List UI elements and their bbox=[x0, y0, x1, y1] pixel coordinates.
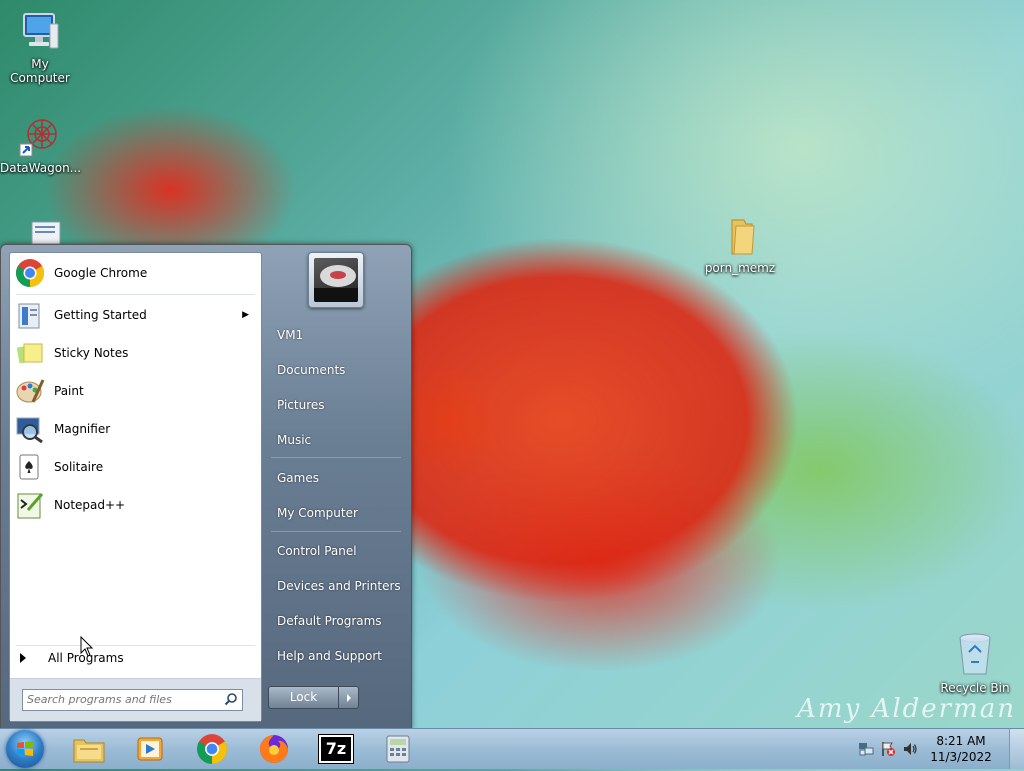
lock-button-label: Lock bbox=[289, 690, 318, 704]
chrome-icon bbox=[14, 257, 46, 289]
taskbar-media-player[interactable] bbox=[126, 731, 174, 767]
pinned-separator bbox=[16, 294, 255, 295]
clock-time: 8:21 AM bbox=[936, 734, 986, 748]
notepad-plus-plus-icon bbox=[14, 489, 46, 521]
chrome-icon bbox=[197, 734, 227, 764]
system-tray: 8:21 AM 11/3/2022 bbox=[854, 729, 1024, 769]
computer-icon bbox=[18, 10, 62, 54]
desktop-icon-label: DataWagon... bbox=[0, 161, 82, 175]
start-item-notepad-plus-plus[interactable]: Notepad++ bbox=[12, 487, 259, 523]
desktop-icon-folder[interactable]: porn_memz bbox=[700, 214, 780, 275]
triangle-right-icon bbox=[20, 653, 26, 663]
user-picture[interactable] bbox=[308, 252, 364, 308]
action-center-flag-icon[interactable] bbox=[880, 741, 896, 757]
start-menu: Google Chrome Getting Started ▶ Sticky N… bbox=[0, 244, 412, 730]
7zip-icon: 7z bbox=[319, 735, 353, 763]
firefox-icon bbox=[260, 735, 288, 763]
show-desktop-button[interactable] bbox=[1009, 729, 1024, 769]
clock-date: 11/3/2022 bbox=[930, 750, 992, 764]
start-item-label: Magnifier bbox=[54, 422, 111, 436]
taskbar-file-explorer[interactable] bbox=[65, 731, 113, 767]
sticky-notes-icon bbox=[14, 337, 46, 369]
taskbar-firefox[interactable] bbox=[250, 731, 298, 767]
taskbar-chrome[interactable] bbox=[188, 731, 236, 767]
start-right-pictures[interactable]: Pictures bbox=[269, 393, 403, 417]
all-programs-separator bbox=[16, 645, 255, 646]
getting-started-icon bbox=[14, 299, 46, 331]
file-explorer-icon bbox=[73, 739, 105, 763]
desktop-icon-label: porn_memz bbox=[704, 261, 776, 275]
start-item-solitaire[interactable]: Solitaire bbox=[12, 449, 259, 485]
start-item-label: Notepad++ bbox=[54, 498, 126, 512]
taskbar-calculator[interactable] bbox=[374, 731, 422, 767]
calculator-icon bbox=[386, 735, 410, 763]
mouse-cursor-icon bbox=[80, 636, 94, 657]
taskbar-7zip[interactable]: 7z bbox=[312, 731, 360, 767]
wallpaper-signature: Amy Alderman bbox=[797, 694, 1016, 724]
start-item-label: Paint bbox=[54, 384, 84, 398]
search-area bbox=[10, 678, 261, 721]
solitaire-icon bbox=[14, 451, 46, 483]
start-item-label: Google Chrome bbox=[54, 266, 148, 280]
start-right-music[interactable]: Music bbox=[269, 428, 403, 452]
datawagon-shortcut-icon bbox=[18, 114, 62, 158]
document-icon bbox=[18, 220, 62, 245]
lock-options-arrow-icon[interactable] bbox=[338, 687, 358, 708]
all-programs-button[interactable]: All Programs bbox=[20, 651, 124, 665]
start-right-devices-and-printers[interactable]: Devices and Printers bbox=[269, 574, 403, 598]
start-item-sticky-notes[interactable]: Sticky Notes bbox=[12, 335, 259, 371]
start-item-getting-started[interactable]: Getting Started ▶ bbox=[12, 297, 259, 333]
desktop-icon-datawagon[interactable]: DataWagon... bbox=[0, 114, 82, 175]
windows-logo-icon bbox=[17, 741, 33, 756]
volume-icon[interactable] bbox=[902, 741, 918, 757]
start-item-google-chrome[interactable]: Google Chrome bbox=[12, 255, 259, 291]
desktop-icon-recycle-bin[interactable]: Recycle Bin bbox=[935, 630, 1015, 695]
start-right-control-panel[interactable]: Control Panel bbox=[269, 539, 403, 563]
network-icon[interactable] bbox=[858, 741, 874, 757]
taskbar: 7z 8:21 AM 11/3/2022 bbox=[0, 728, 1024, 769]
search-box bbox=[22, 689, 243, 711]
magnifier-icon bbox=[14, 413, 46, 445]
taskbar-clock[interactable]: 8:21 AM 11/3/2022 bbox=[926, 733, 996, 765]
right-separator bbox=[271, 457, 401, 458]
start-right-default-programs[interactable]: Default Programs bbox=[269, 609, 403, 633]
start-menu-programs-pane: Google Chrome Getting Started ▶ Sticky N… bbox=[9, 252, 262, 722]
desktop-icon-my-computer[interactable]: My Computer bbox=[0, 10, 80, 85]
right-separator bbox=[271, 531, 401, 532]
start-button[interactable] bbox=[6, 730, 44, 768]
recycle-bin-icon bbox=[953, 630, 997, 678]
folder-icon bbox=[718, 214, 762, 258]
start-right-games[interactable]: Games bbox=[269, 466, 403, 490]
start-item-magnifier[interactable]: Magnifier bbox=[12, 411, 259, 447]
start-right-vm1[interactable]: VM1 bbox=[269, 323, 403, 347]
search-icon[interactable] bbox=[224, 692, 238, 709]
start-right-help-and-support[interactable]: Help and Support bbox=[269, 644, 403, 668]
start-item-label: Solitaire bbox=[54, 460, 104, 474]
paint-icon bbox=[14, 375, 46, 407]
submenu-arrow-icon: ▶ bbox=[242, 310, 249, 320]
user-picture-image bbox=[314, 258, 358, 302]
desktop-icon-partial[interactable] bbox=[0, 220, 80, 247]
start-right-my-computer[interactable]: My Computer bbox=[269, 501, 403, 525]
search-input[interactable] bbox=[23, 690, 221, 708]
media-player-icon bbox=[137, 737, 163, 761]
start-right-documents[interactable]: Documents bbox=[269, 358, 403, 382]
start-item-label: Sticky Notes bbox=[54, 346, 129, 360]
desktop-icon-label: My Computer bbox=[10, 57, 70, 85]
lock-button[interactable]: Lock bbox=[268, 686, 359, 709]
start-item-paint[interactable]: Paint bbox=[12, 373, 259, 409]
start-item-label: Getting Started bbox=[54, 308, 147, 322]
desktop-icon-label: Recycle Bin bbox=[940, 681, 1010, 695]
